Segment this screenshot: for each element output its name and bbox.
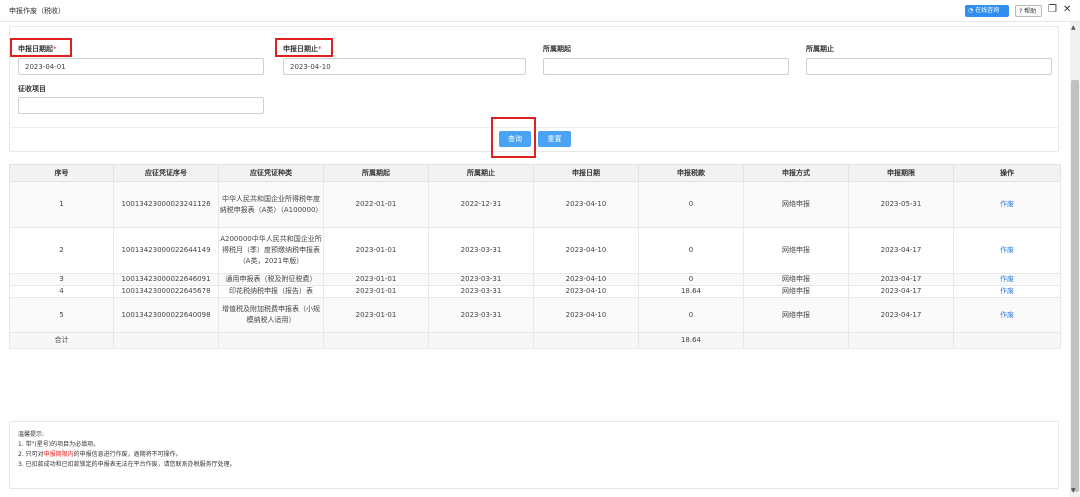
table-cell: 0	[638, 181, 744, 228]
table-row: 2 10013423000022644149 A200000中华人民共和国企业所…	[9, 227, 1061, 274]
scrollbar-thumb[interactable]	[1071, 80, 1079, 492]
table-cell: 2023-01-01	[323, 227, 429, 274]
highlight-start-date-label	[10, 38, 72, 57]
tips-line-3: 3. 已扣款成功和已扣款锁定的申报表无法在平台作废，请您联系办税服务厅处理。	[18, 461, 236, 468]
table-cell: 2023-04-10	[533, 285, 639, 298]
table-cell: 中华人民共和国企业所得税年度纳税申报表（A类）（A100000）	[218, 181, 324, 228]
table-cell: 网络申报	[743, 285, 849, 298]
scroll-down-arrow-icon[interactable]: ▼	[1071, 487, 1076, 494]
reset-button[interactable]: 重置	[538, 131, 571, 147]
table-cell: 通用申报表（税及附征税费）	[218, 273, 324, 286]
total-label: 合计	[9, 332, 114, 349]
table-cell: 2023-01-01	[323, 297, 429, 333]
table-cell: 印花税纳税申报（报告）表	[218, 285, 324, 298]
table-cell: 10013423000022640098	[113, 297, 219, 333]
end-date-input[interactable]	[283, 58, 526, 75]
tips-line-1: 1. 带"(星号)的项目为必填项。	[18, 441, 100, 448]
window-title: 申报作废（税收）	[9, 7, 65, 15]
void-link[interactable]: 作废	[953, 227, 1061, 274]
table-cell: 2023-04-10	[533, 181, 639, 228]
col-header: 操作	[953, 164, 1061, 182]
table-cell: 2023-03-31	[428, 297, 534, 333]
table-cell: 2022-01-01	[323, 181, 429, 228]
highlight-query-button	[491, 117, 536, 158]
table-cell: 5	[9, 297, 114, 333]
table-cell: 2023-04-17	[848, 227, 954, 274]
table-cell: 0	[638, 273, 744, 286]
col-header: 申报税款	[638, 164, 744, 182]
table-cell: 10013423000023241126	[113, 181, 219, 228]
table-row: 1 10013423000023241126 中华人民共和国企业所得税年度纳税申…	[9, 181, 1061, 228]
start-date-input[interactable]	[18, 58, 264, 75]
table-cell: 2023-03-31	[428, 273, 534, 286]
tips-highlight: 申报期限内	[43, 451, 74, 458]
tips-panel: 温馨提示: 1. 带"(星号)的项目为必填项。 2. 只可对申报期限内的申报信息…	[9, 421, 1059, 489]
table-row: 5 10013423000022640098 增值税及附加税费申报表（小规模纳税…	[9, 297, 1061, 333]
table-total-row: 合计 18.64	[9, 332, 1061, 349]
table-cell: 2023-05-31	[848, 181, 954, 228]
table-cell: 10013423000022645678	[113, 285, 219, 298]
restore-window-icon[interactable]: ❐	[1048, 4, 1057, 15]
table-cell: 2023-04-10	[533, 297, 639, 333]
total-tax: 18.64	[638, 332, 744, 349]
period-start-input[interactable]	[543, 58, 789, 75]
table-cell: 网络申报	[743, 297, 849, 333]
table-cell: 4	[9, 285, 114, 298]
void-link[interactable]: 作废	[953, 285, 1061, 298]
void-link[interactable]: 作废	[953, 181, 1061, 228]
table-cell: 2023-01-01	[323, 273, 429, 286]
table-cell: 3	[9, 273, 114, 286]
table-cell: 2023-04-10	[533, 227, 639, 274]
levy-item-label: 征收项目	[18, 85, 46, 93]
table-cell: 10013423000022646091	[113, 273, 219, 286]
tips-line-2: 2. 只可对申报期限内的申报信息进行作废，逾期将不可操作。	[18, 451, 182, 458]
void-link[interactable]: 作废	[953, 297, 1061, 333]
col-header: 所属期起	[323, 164, 429, 182]
table-row: 4 10013423000022645678 印花税纳税申报（报告）表 2023…	[9, 285, 1061, 298]
table-cell: 1	[9, 181, 114, 228]
table-cell: 2023-03-31	[428, 227, 534, 274]
declaration-table: 序号 应征凭证序号 应征凭证种类 所属期起 所属期止 申报日期 申报税款 申报方…	[9, 164, 1061, 349]
window-titlebar: 申报作废（税收） ◔ 在线咨询 ? 帮助 ❐ ✕	[0, 0, 1080, 22]
col-header: 应征凭证种类	[218, 164, 324, 182]
col-header: 应征凭证序号	[113, 164, 219, 182]
table-cell: 0	[638, 227, 744, 274]
table-cell: 网络申报	[743, 227, 849, 274]
table-cell: 0	[638, 297, 744, 333]
table-cell: 网络申报	[743, 181, 849, 228]
col-header: 申报期限	[848, 164, 954, 182]
levy-item-input[interactable]	[18, 97, 264, 114]
void-link[interactable]: 作废	[953, 273, 1061, 286]
vertical-scrollbar[interactable]: ▲ ▼	[1070, 22, 1080, 497]
period-end-input[interactable]	[806, 58, 1052, 75]
online-consult-button[interactable]: ◔ 在线咨询	[965, 5, 1009, 17]
scroll-up-arrow-icon[interactable]: ▲	[1071, 24, 1076, 31]
table-cell: 18.64	[638, 285, 744, 298]
table-cell: 2	[9, 227, 114, 274]
col-header: 所属期止	[428, 164, 534, 182]
col-header: 序号	[9, 164, 114, 182]
col-header: 申报日期	[533, 164, 639, 182]
table-header-row: 序号 应征凭证序号 应征凭证种类 所属期起 所属期止 申报日期 申报税款 申报方…	[9, 164, 1061, 182]
table-cell: 10013423000022644149	[113, 227, 219, 274]
table-cell: 网络申报	[743, 273, 849, 286]
table-cell: 2022-12-31	[428, 181, 534, 228]
headset-icon: ◔	[968, 7, 974, 14]
table-cell: 2023-01-01	[323, 285, 429, 298]
close-icon[interactable]: ✕	[1063, 4, 1071, 15]
table-cell: 2023-03-31	[428, 285, 534, 298]
table-cell: 2023-04-10	[533, 273, 639, 286]
table-cell: A200000中华人民共和国企业所得税月（季）度预缴纳税申报表（A类，2021年…	[218, 227, 324, 274]
tips-title: 温馨提示:	[18, 431, 45, 438]
table-cell: 2023-04-17	[848, 297, 954, 333]
highlight-end-date-label	[275, 38, 333, 57]
table-cell: 2023-04-17	[848, 285, 954, 298]
table-cell: 2023-04-17	[848, 273, 954, 286]
col-header: 申报方式	[743, 164, 849, 182]
table-cell: 增值税及附加税费申报表（小规模纳税人适用）	[218, 297, 324, 333]
period-start-label: 所属期起	[543, 45, 571, 53]
period-end-label: 所属期止	[806, 45, 834, 53]
help-button[interactable]: ? 帮助	[1015, 5, 1042, 17]
table-row: 3 10013423000022646091 通用申报表（税及附征税费） 202…	[9, 273, 1061, 286]
